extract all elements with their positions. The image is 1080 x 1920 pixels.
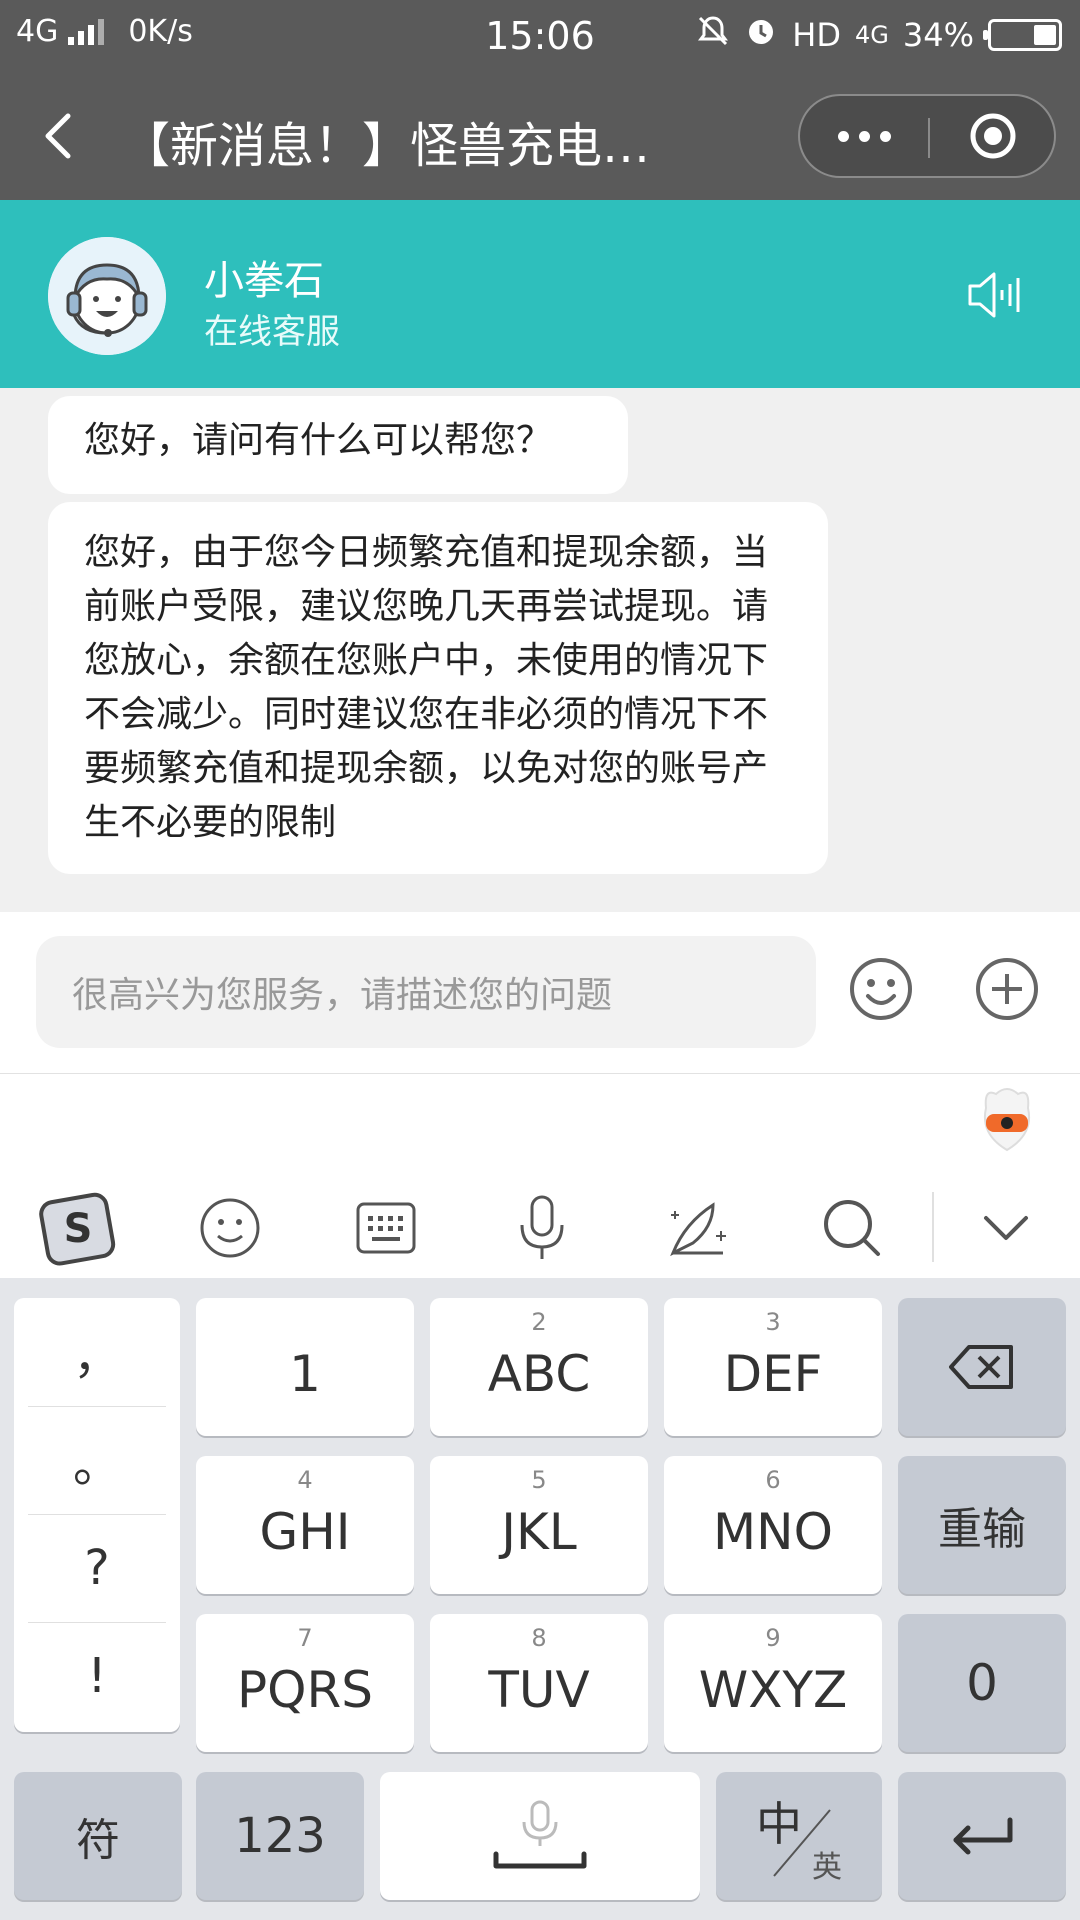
- search-icon[interactable]: [812, 1188, 892, 1268]
- status-bar: 4G 0K/s 15:06 HD 4G 34%: [0, 0, 1080, 76]
- message-input[interactable]: 很高兴为您服务，请描述您的问题: [36, 936, 816, 1048]
- close-miniprogram-button[interactable]: [930, 96, 1056, 176]
- keyboard-top: S: [0, 1074, 1080, 1278]
- key-5[interactable]: 5 JKL: [430, 1456, 648, 1594]
- customer-service-avatar-icon: [48, 237, 166, 355]
- target-close-icon: [970, 113, 1016, 159]
- agent-role: 在线客服: [204, 312, 340, 352]
- chevron-left-icon: [45, 113, 71, 159]
- network-type-2: 4G: [855, 21, 889, 49]
- language-switch-key[interactable]: 中 英: [716, 1772, 882, 1900]
- mute-icon: [696, 14, 730, 56]
- battery-percent: 34%: [902, 16, 974, 54]
- key-7[interactable]: 7 PQRS: [196, 1614, 414, 1752]
- voice-input-icon[interactable]: [502, 1188, 582, 1268]
- handwriting-icon[interactable]: [658, 1188, 738, 1268]
- toolbar-divider: [932, 1192, 934, 1262]
- space-mic-icon: [493, 1800, 587, 1869]
- keyboard-layout-icon[interactable]: [346, 1188, 426, 1268]
- keyboard-toolbar: S: [0, 1178, 1080, 1278]
- key-8[interactable]: 8 TUV: [430, 1614, 648, 1752]
- more-dots-icon: [837, 130, 849, 142]
- key-2[interactable]: 2 ABC: [430, 1298, 648, 1436]
- agent-name: 小拳石: [204, 258, 324, 304]
- input-area: 很高兴为您服务，请描述您的问题: [0, 912, 1080, 1074]
- punct-key[interactable]: ，: [14, 1298, 180, 1406]
- back-button[interactable]: [30, 104, 90, 168]
- more-button[interactable]: [800, 96, 928, 176]
- emoji-button[interactable]: [848, 956, 914, 1022]
- t9-keyboard: ， 。 ? ! 1 2 ABC 3 DEF 4 GHI 5 JKL 6 MNO …: [0, 1278, 1080, 1920]
- punct-key[interactable]: 。: [14, 1406, 180, 1514]
- symbols-key[interactable]: 符: [14, 1772, 182, 1900]
- page-title: 【新消息！】怪兽充电…: [122, 118, 651, 174]
- key-1[interactable]: 1: [196, 1298, 414, 1436]
- key-3[interactable]: 3 DEF: [664, 1298, 882, 1436]
- backspace-icon: [949, 1345, 1013, 1389]
- agent-avatar: [48, 237, 166, 355]
- title-bar: 【新消息！】怪兽充电…: [0, 76, 1080, 200]
- hd-label: HD: [792, 16, 841, 54]
- zero-key[interactable]: 0: [898, 1614, 1066, 1752]
- agent-header: 小拳石 在线客服: [0, 200, 1080, 388]
- reenter-key[interactable]: 重输: [898, 1456, 1066, 1594]
- message-bubble: 您好，由于您今日频繁充值和提现余额，当前账户受限，建议您晚几天再尝试提现。请您放…: [48, 502, 828, 874]
- backspace-key[interactable]: [898, 1298, 1066, 1436]
- punct-key[interactable]: !: [14, 1622, 180, 1730]
- sound-toggle-button[interactable]: [966, 270, 1022, 320]
- punct-key[interactable]: ?: [14, 1514, 180, 1622]
- key-6[interactable]: 6 MNO: [664, 1456, 882, 1594]
- key-4[interactable]: 4 GHI: [196, 1456, 414, 1594]
- space-key[interactable]: [380, 1772, 700, 1900]
- svg-text:S: S: [64, 1206, 93, 1252]
- punctuation-column: ， 。 ? !: [14, 1298, 180, 1732]
- miniprogram-capsule: [798, 94, 1056, 178]
- key-9[interactable]: 9 WXYZ: [664, 1614, 882, 1752]
- chat-area[interactable]: 您好，请问有什么可以帮您？ 您好，由于您今日频繁充值和提现余额，当前账户受限，建…: [0, 388, 1080, 912]
- speaker-icon: [968, 272, 1020, 318]
- status-right: HD 4G 34%: [696, 14, 1062, 56]
- alarm-icon: [744, 14, 778, 56]
- emoji-keyboard-icon[interactable]: [190, 1188, 270, 1268]
- hide-keyboard-icon[interactable]: [966, 1188, 1046, 1268]
- enter-key[interactable]: [898, 1772, 1066, 1900]
- plus-circle-icon: [976, 958, 1038, 1020]
- sogou-logo-icon[interactable]: S: [38, 1188, 118, 1268]
- battery-icon: [983, 19, 1062, 51]
- message-bubble: 您好，请问有什么可以帮您？: [48, 396, 628, 494]
- smiley-icon: [850, 958, 912, 1020]
- more-actions-button[interactable]: [974, 956, 1040, 1022]
- keyboard-mascot-icon[interactable]: [978, 1084, 1036, 1154]
- enter-icon: [953, 1817, 1013, 1855]
- numbers-key[interactable]: 123: [196, 1772, 364, 1900]
